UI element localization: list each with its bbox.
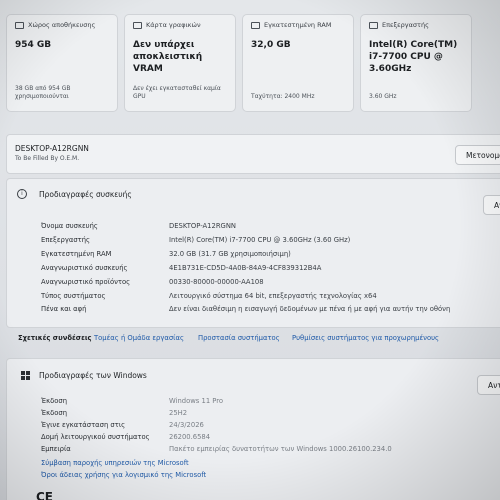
spec-value: 25H2 (169, 409, 188, 417)
copy-button[interactable]: Αν (483, 195, 500, 215)
spec-label: Δομή λειτουργικού συστήματος (41, 433, 150, 441)
card-value: 954 GB (15, 40, 52, 50)
ce-mark: CE (36, 490, 54, 500)
spec-label: Εμπειρία (41, 445, 71, 453)
link-microsoft-license-terms[interactable]: Όροι άδειας χρήσης για λογισμικό της Mic… (41, 471, 206, 479)
storage-icon (15, 21, 24, 29)
settings-window: Χώρος αποθήκευσης 954 GB 38 GB από 954 G… (0, 0, 500, 500)
card-detail: 38 GB από 954 GB χρησιμοποιούνται (15, 85, 71, 100)
summary-cards: Χώρος αποθήκευσης 954 GB 38 GB από 954 G… (0, 8, 500, 112)
device-name-panel: DESKTOP-A12RGNN To Be Filled By O.E.M. Μ… (6, 134, 500, 174)
spec-label: Πένα και αφή (41, 305, 87, 313)
link-system-protection[interactable]: Προστασία συστήματος (198, 334, 280, 342)
graphics-card-icon (133, 21, 142, 29)
device-name: DESKTOP-A12RGNN (15, 144, 89, 153)
spec-value: 4E1B731E-CD5D-4A0B-84A9-4CF839312B4A (169, 264, 322, 272)
spec-value: Intel(R) Core(TM) i7-7700 CPU @ 3.60GHz … (169, 236, 351, 244)
spec-value: 32.0 GB (31.7 GB χρησιμοποιήσιμη) (169, 250, 291, 258)
related-links: Σχετικές συνδέσεις Τομέας ή Ομάδα εργασί… (18, 334, 498, 348)
storage-card[interactable]: Χώρος αποθήκευσης 954 GB 38 GB από 954 G… (6, 14, 118, 112)
spec-label: Εγκατεστημένη RAM (41, 250, 112, 258)
spec-value: 00330-80000-00000-AA108 (169, 278, 264, 286)
card-value: Δεν υπάρχει αποκλειστική VRAM (133, 40, 203, 74)
related-links-title: Σχετικές συνδέσεις (18, 334, 92, 342)
card-title: Εγκατεστημένη RAM (264, 21, 332, 29)
spec-label: Όνομα συσκευής (41, 222, 98, 230)
spec-value: 24/3/2026 (169, 421, 204, 429)
device-manufacturer: To Be Filled By O.E.M. (15, 155, 80, 162)
spec-label: Έκδοση (41, 409, 68, 417)
copy-button[interactable]: Αντιγ (477, 375, 500, 395)
device-specifications-panel: i Προδιαγραφές συσκευής Αν Όνομα συσκευή… (6, 178, 500, 328)
info-icon: i (17, 189, 27, 199)
spec-value: Πακέτο εμπειρίας δυνατοτήτων των Windows… (169, 445, 392, 453)
spec-value: Λειτουργικό σύστημα 64 bit, επεξεργαστής… (169, 292, 377, 300)
card-detail: 3.60 GHz (369, 93, 397, 100)
card-value: Intel(R) Core(TM) i7-7700 CPU @ 3.60GHz (369, 40, 458, 74)
section-title: Προδιαγραφές συσκευής (39, 190, 132, 199)
windows-logo-icon (21, 371, 30, 380)
spec-label: Τύπος συστήματος (41, 292, 106, 300)
section-title: Προδιαγραφές των Windows (39, 371, 147, 380)
spec-value: DESKTOP-A12RGNN (169, 222, 236, 230)
link-microsoft-services-agreement[interactable]: Σύμβαση παροχής υπηρεσιών της Microsoft (41, 459, 189, 467)
processor-icon (369, 21, 378, 29)
spec-label: Αναγνωριστικό προϊόντος (41, 278, 131, 286)
card-detail: Δεν έχει εγκατασταθεί καμία GPU (133, 85, 221, 100)
card-title: Κάρτα γραφικών (146, 21, 201, 29)
windows-specifications-panel: Προδιαγραφές των Windows Αντιγ Έκδοση Wi… (6, 358, 500, 500)
spec-label: Αναγνωριστικό συσκευής (41, 264, 128, 272)
spec-value: Windows 11 Pro (169, 397, 224, 405)
spec-label: Έγινε εγκατάσταση στις (41, 421, 126, 429)
link-advanced-system-settings[interactable]: Ρυθμίσεις συστήματος για προχωρημένους (292, 334, 439, 342)
link-domain-workgroup[interactable]: Τομέας ή Ομάδα εργασίας (94, 334, 184, 342)
card-detail: Ταχύτητα: 2400 MHz (251, 93, 315, 100)
processor-card[interactable]: Επεξεργαστής Intel(R) Core(TM) i7-7700 C… (360, 14, 472, 112)
spec-value: 26200.6584 (169, 433, 211, 441)
card-title: Επεξεργαστής (382, 21, 429, 29)
card-value: 32,0 GB (251, 40, 291, 50)
spec-label: Έκδοση (41, 397, 68, 405)
graphics-card[interactable]: Κάρτα γραφικών Δεν υπάρχει αποκλειστική … (124, 14, 236, 112)
spec-label: Επεξεργαστής (41, 236, 91, 244)
spec-value: Δεν είναι διαθέσιμη η εισαγωγή δεδομένων… (169, 305, 451, 313)
card-title: Χώρος αποθήκευσης (28, 21, 96, 29)
rename-button[interactable]: Μετονομα (455, 145, 500, 165)
ram-icon (251, 21, 260, 29)
ram-card[interactable]: Εγκατεστημένη RAM 32,0 GB Ταχύτητα: 2400… (242, 14, 354, 112)
